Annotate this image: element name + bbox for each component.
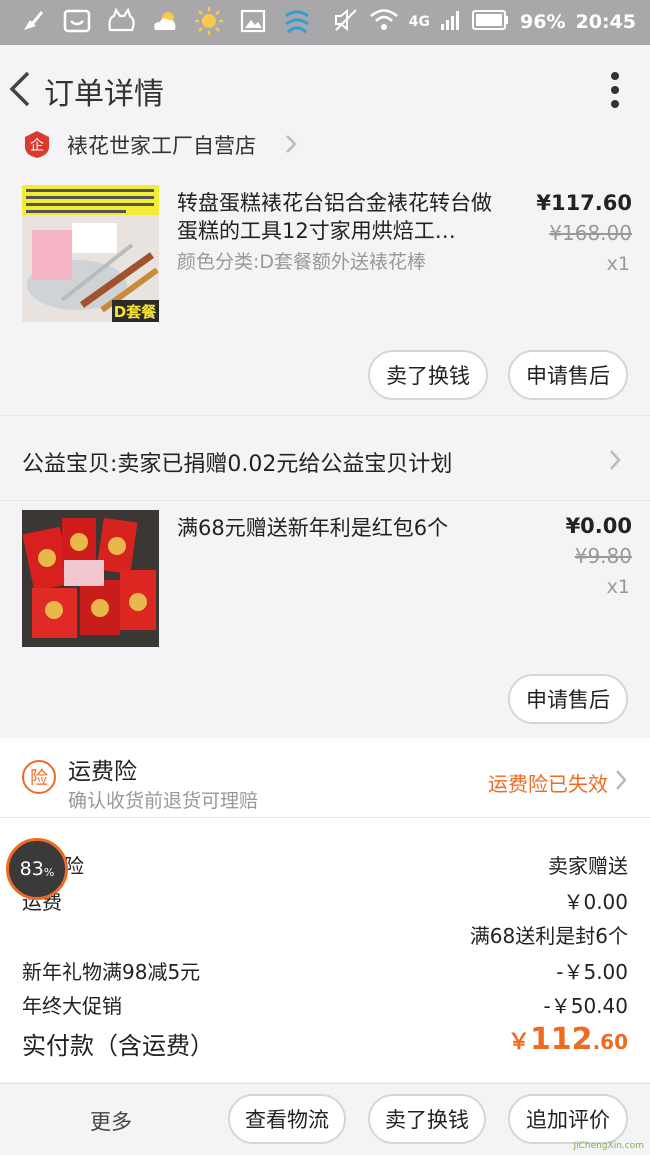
summary-label: 年终大促销 xyxy=(22,994,122,1018)
sell-button[interactable]: 卖了换钱 xyxy=(368,350,488,400)
battery-icon xyxy=(472,9,510,35)
bottom-action-bar: 更多 查看物流 卖了换钱 追加评价 xyxy=(0,1083,650,1155)
page-title: 订单详情 xyxy=(44,77,164,112)
float-ball-value: 83 xyxy=(19,858,44,880)
china-mobile-icon xyxy=(282,6,312,36)
wifi-icon xyxy=(369,8,399,36)
product-price: ¥0.00 xyxy=(565,514,632,538)
shop-row[interactable]: 企 裱花世家工厂自营店 xyxy=(0,125,650,173)
weather-cloud-icon xyxy=(150,6,180,36)
signal-icon xyxy=(440,9,462,35)
title-bar: 订单详情 xyxy=(0,45,650,133)
more-options-button[interactable] xyxy=(610,71,620,109)
memory-boost-floating-button[interactable]: 83% xyxy=(6,838,68,900)
product-sku: 颜色分类:D套餐额外送裱花棒 xyxy=(177,251,427,273)
product-title: 满68元赠送新年利是红包6个 xyxy=(177,516,449,540)
battery-percent: 96% xyxy=(520,11,566,33)
product-thumbnail[interactable] xyxy=(22,510,159,647)
order-item[interactable]: D套餐 转盘蛋糕裱花台铝合金裱花转台做蛋糕的工具12寸家用烘焙工… 颜色分类:D… xyxy=(0,175,650,413)
system-status: 4G 96% 20:45 xyxy=(333,6,636,38)
summary-label: 新年礼物满98减5元 xyxy=(22,960,201,984)
add-review-button[interactable]: 追加评价 xyxy=(508,1094,628,1144)
chevron-right-icon xyxy=(608,448,622,472)
notification-icons xyxy=(18,6,312,36)
network-type: 4G xyxy=(408,14,431,30)
watermark: JiChengXin.com xyxy=(573,1141,644,1151)
after-sale-button[interactable]: 申请售后 xyxy=(508,350,628,400)
mute-icon xyxy=(333,7,359,37)
clock: 20:45 xyxy=(575,11,636,33)
back-button[interactable] xyxy=(6,67,40,111)
original-price: ¥168.00 xyxy=(549,221,632,245)
product-thumbnail[interactable]: D套餐 xyxy=(22,185,159,322)
sun-icon xyxy=(194,6,224,36)
enterprise-badge-icon: 企 xyxy=(22,129,52,159)
total-decimal: .60 xyxy=(592,1030,628,1054)
after-sale-button[interactable]: 申请售后 xyxy=(508,674,628,724)
total-label: 实付款（含运费） xyxy=(22,1032,214,1060)
insurance-title: 运费险 xyxy=(68,759,137,785)
svg-text:企: 企 xyxy=(30,137,44,154)
product-price: ¥117.60 xyxy=(536,191,632,215)
status-bar: 4G 96% 20:45 xyxy=(0,0,650,45)
shop-name: 裱花世家工厂自营店 xyxy=(67,134,256,158)
charity-text: 公益宝贝:卖家已捐赠0.02元给公益宝贝计划 xyxy=(22,452,453,477)
order-summary: 险 卖家赠送 运费 ￥0.00 满68送利是封6个 新年礼物满98减5元 -￥5… xyxy=(0,818,650,1082)
total-amount: ￥112.60 xyxy=(508,1022,628,1057)
more-link[interactable]: 更多 xyxy=(90,1106,132,1136)
broom-icon xyxy=(18,6,48,36)
thumb-label: D套餐 xyxy=(114,303,157,321)
total-integer: 112 xyxy=(529,1022,593,1057)
summary-value: -￥5.00 xyxy=(556,960,628,984)
chevron-right-icon xyxy=(284,133,298,155)
chevron-left-icon xyxy=(9,71,30,107)
product-quantity: x1 xyxy=(606,576,630,598)
product-title: 转盘蛋糕裱花台铝合金裱花转台做蛋糕的工具12寸家用烘焙工… xyxy=(177,191,492,243)
summary-value: 满68送利是封6个 xyxy=(469,924,628,948)
vertical-dots-icon xyxy=(611,72,619,108)
shipping-insurance-row[interactable]: 险 运费险 确认收货前退货可理赔 运费险已失效 xyxy=(0,738,650,818)
order-item[interactable]: 满68元赠送新年利是红包6个 ¥0.00 ¥9.80 x1 申请售后 xyxy=(0,502,650,736)
insurance-icon: 险 xyxy=(22,760,56,794)
summary-value: 卖家赠送 xyxy=(548,854,628,878)
summary-value: -￥50.40 xyxy=(543,994,628,1018)
original-price: ¥9.80 xyxy=(574,544,632,568)
insurance-status: 运费险已失效 xyxy=(488,772,608,796)
insurance-subtitle: 确认收货前退货可理赔 xyxy=(68,790,259,812)
product-quantity: x1 xyxy=(606,253,630,275)
tv-icon xyxy=(62,6,92,36)
float-ball-unit: % xyxy=(43,865,55,879)
cat-icon xyxy=(106,6,136,36)
charity-row[interactable]: 公益宝贝:卖家已捐赠0.02元给公益宝贝计划 xyxy=(0,415,650,501)
sell-button[interactable]: 卖了换钱 xyxy=(368,1094,486,1144)
view-logistics-button[interactable]: 查看物流 xyxy=(228,1094,346,1144)
summary-value: ￥0.00 xyxy=(563,890,628,914)
image-icon xyxy=(238,6,268,36)
chevron-right-icon xyxy=(614,768,628,792)
total-currency: ￥ xyxy=(507,1030,530,1055)
